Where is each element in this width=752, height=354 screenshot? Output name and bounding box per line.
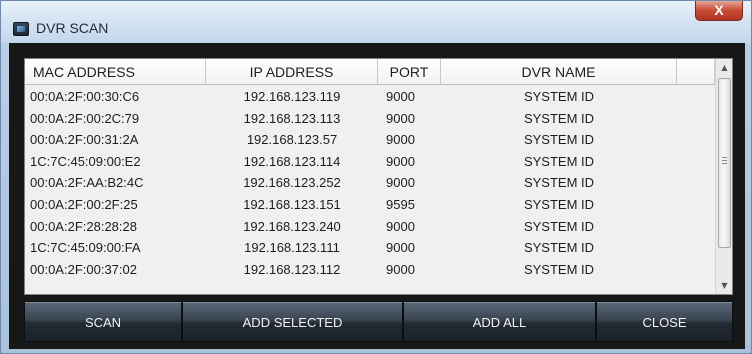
cell-ip: 192.168.123.119 <box>243 89 341 104</box>
cell-port: 9000 <box>386 218 415 234</box>
title-bar[interactable]: DVR SCAN X <box>1 1 751 43</box>
table-row[interactable]: 00:0A:2F:AA:B2:4C 192.168.123.252 9000 S… <box>25 172 715 194</box>
cell-ip: 192.168.123.113 <box>243 110 341 126</box>
dvr-app-icon <box>13 22 29 36</box>
dvr-scan-window: DVR SCAN X MAC ADDRESS IP ADDRESS PORT D… <box>0 0 752 354</box>
cell-port: 9000 <box>386 153 415 169</box>
scan-button[interactable]: SCAN <box>24 301 182 342</box>
window-title: DVR SCAN <box>36 20 109 36</box>
table-row[interactable]: 00:0A:2F:00:37:02 192.168.123.112 9000 S… <box>25 259 715 281</box>
cell-mac: 00:0A:2F:AA:B2:4C <box>30 175 144 191</box>
cell-ip: 192.168.123.151 <box>243 196 341 212</box>
cell-ip: 192.168.123.114 <box>243 153 341 169</box>
table-row[interactable]: 00:0A:2F:00:30:C6 192.168.123.119 9000 S… <box>25 86 715 108</box>
cell-port: 9000 <box>386 110 415 126</box>
cell-dvr-name: SYSTEM ID <box>523 196 595 212</box>
chevron-up-icon[interactable]: ▲ <box>716 59 733 76</box>
cell-port: 9000 <box>386 261 415 277</box>
cell-port: 9000 <box>386 175 415 191</box>
column-header-dvr-name[interactable]: DVR NAME <box>441 59 677 85</box>
cell-mac: 00:0A:2F:00:2F:25 <box>30 196 138 212</box>
grip-line <box>722 163 727 164</box>
cell-dvr-name: SYSTEM ID <box>523 110 595 126</box>
close-button[interactable]: CLOSE <box>596 301 733 342</box>
cell-mac: 00:0A:2F:28:28:28 <box>30 218 137 234</box>
cell-port: 9000 <box>386 89 415 104</box>
chevron-down-icon[interactable]: ▼ <box>716 277 733 294</box>
cell-mac: 00:0A:2F:00:31:2A <box>30 132 139 148</box>
table-body: 00:0A:2F:00:30:C6 192.168.123.119 9000 S… <box>25 86 715 294</box>
table-row[interactable]: 1C:7C:45:09:00:E2 192.168.123.114 9000 S… <box>25 151 715 173</box>
cell-dvr-name: SYSTEM ID <box>523 132 595 148</box>
column-header-ip-address[interactable]: IP ADDRESS <box>206 59 378 85</box>
grip-line <box>722 160 727 161</box>
add-selected-button[interactable]: ADD SELECTED <box>182 301 403 342</box>
cell-dvr-name: SYSTEM ID <box>523 175 595 191</box>
column-header-spacer <box>677 59 715 85</box>
cell-ip: 192.168.123.57 <box>246 132 338 148</box>
button-bar: SCAN ADD SELECTED ADD ALL CLOSE <box>24 301 733 342</box>
table-row[interactable]: 1C:7C:45:09:00:FA 192.168.123.111 9000 S… <box>25 237 715 259</box>
grip-line <box>722 157 727 158</box>
cell-ip: 192.168.123.112 <box>243 261 341 277</box>
add-all-button[interactable]: ADD ALL <box>403 301 596 342</box>
cell-mac: 1C:7C:45:09:00:FA <box>30 240 141 256</box>
window-close-button[interactable]: X <box>695 1 743 21</box>
table-row[interactable]: 00:0A:2F:00:2F:25 192.168.123.151 9595 S… <box>25 194 715 216</box>
dvr-list-table: MAC ADDRESS IP ADDRESS PORT DVR NAME 00:… <box>24 58 733 295</box>
column-header-port[interactable]: PORT <box>378 59 441 85</box>
cell-mac: 1C:7C:45:09:00:E2 <box>30 153 141 169</box>
table-row[interactable]: 00:0A:2F:00:31:2A 192.168.123.57 9000 SY… <box>25 129 715 151</box>
cell-dvr-name: SYSTEM ID <box>523 153 595 169</box>
table-row[interactable]: 00:0A:2F:00:2C:79 192.168.123.113 9000 S… <box>25 108 715 130</box>
cell-port: 9000 <box>386 240 415 256</box>
cell-mac: 00:0A:2F:00:2C:79 <box>30 110 140 126</box>
table-header: MAC ADDRESS IP ADDRESS PORT DVR NAME <box>25 59 715 85</box>
column-header-mac-address[interactable]: MAC ADDRESS <box>25 59 206 85</box>
scrollbar-thumb[interactable] <box>718 78 731 248</box>
cell-mac: 00:0A:2F:00:37:02 <box>30 261 137 277</box>
cell-ip: 192.168.123.252 <box>243 175 341 191</box>
cell-dvr-name: SYSTEM ID <box>523 261 595 277</box>
cell-port: 9595 <box>386 196 415 212</box>
cell-port: 9000 <box>386 132 415 148</box>
cell-ip: 192.168.123.111 <box>244 240 340 256</box>
table-row[interactable]: 00:0A:2F:28:28:28 192.168.123.240 9000 S… <box>25 216 715 238</box>
cell-dvr-name: SYSTEM ID <box>523 240 595 256</box>
dialog-body: MAC ADDRESS IP ADDRESS PORT DVR NAME 00:… <box>9 43 745 349</box>
vertical-scrollbar[interactable]: ▲ ▼ <box>715 59 732 294</box>
cell-ip: 192.168.123.240 <box>243 218 341 234</box>
cell-dvr-name: SYSTEM ID <box>523 89 595 104</box>
cell-dvr-name: SYSTEM ID <box>523 218 595 234</box>
cell-mac: 00:0A:2F:00:30:C6 <box>30 89 140 104</box>
